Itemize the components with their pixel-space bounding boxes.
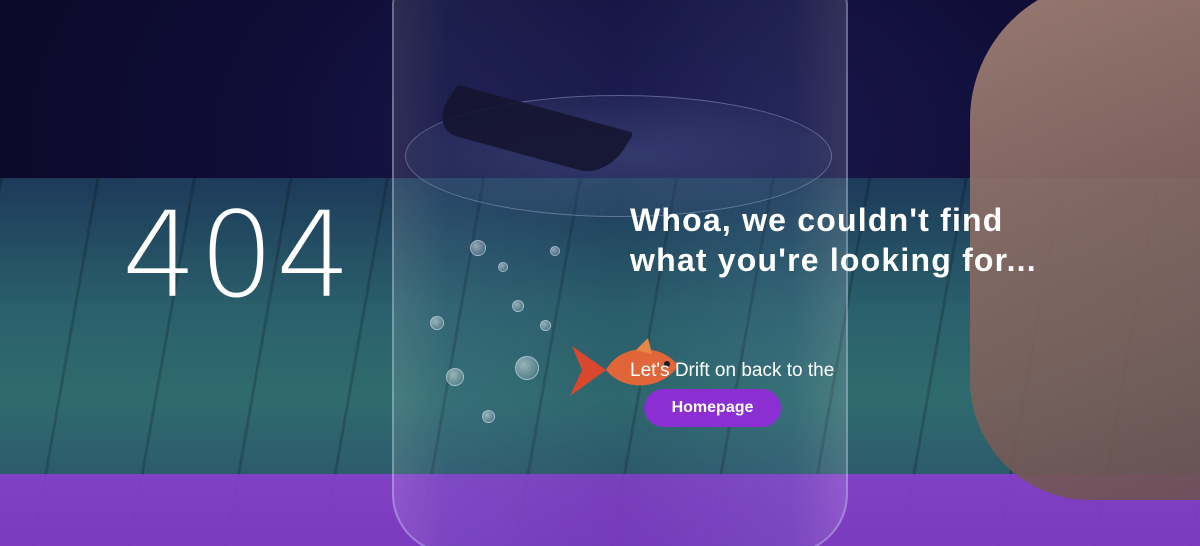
error-code: 404: [122, 186, 354, 324]
homepage-button[interactable]: Homepage: [644, 389, 781, 427]
bubble: [515, 356, 539, 380]
bubble: [540, 320, 551, 331]
bubble: [512, 300, 524, 312]
bubble: [482, 410, 495, 423]
bubble: [446, 368, 464, 386]
error-headline: Whoa, we couldn't find what you're looki…: [630, 202, 1037, 278]
redirect-text: Let's Drift on back to the: [630, 360, 835, 381]
bubble: [498, 262, 508, 272]
bubble: [550, 246, 560, 256]
bubble: [470, 240, 486, 256]
bubble: [430, 316, 444, 330]
error-message: Whoa, we couldn't find what you're looki…: [630, 200, 1050, 280]
